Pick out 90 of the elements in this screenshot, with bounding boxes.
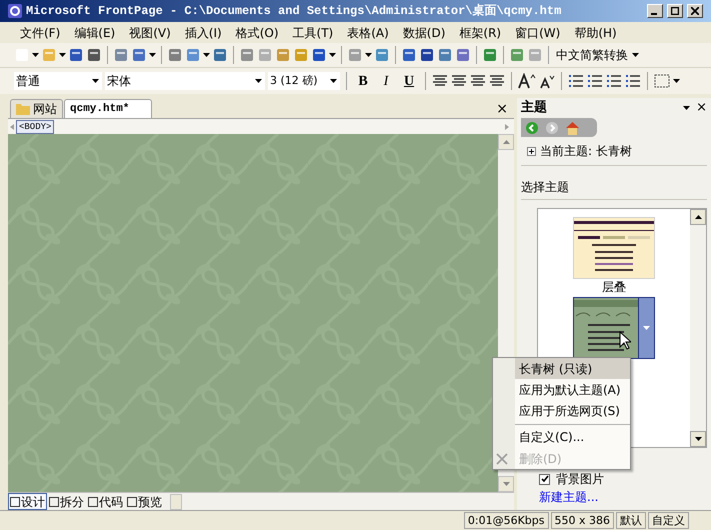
current-theme-label: 当前主题: 长青树 <box>540 143 632 160</box>
minimize-button[interactable] <box>647 4 663 18</box>
menu-item[interactable]: 自定义(C)... <box>515 424 630 448</box>
outdent-icon[interactable] <box>606 74 622 88</box>
menu-item[interactable]: 帮助(H) <box>568 24 623 42</box>
maximize-icon <box>671 7 679 15</box>
status-field: 自定义 <box>648 512 689 529</box>
caret-icon[interactable] <box>59 53 66 57</box>
shrink-font-icon[interactable] <box>539 73 555 89</box>
font-dropdown[interactable]: 宋体 <box>105 72 265 90</box>
grow-font-icon[interactable] <box>518 73 536 89</box>
menu-item[interactable]: 数据(D) <box>396 24 452 42</box>
down-arrow-icon <box>694 437 702 441</box>
check-icon <box>540 475 548 483</box>
back-icon[interactable] <box>525 120 539 134</box>
close-document-button[interactable]: × <box>496 100 508 118</box>
close-icon <box>691 7 699 15</box>
style-dropdown[interactable]: 普通 <box>14 72 102 90</box>
close-button[interactable] <box>687 4 703 18</box>
close-panel-button[interactable]: × <box>696 101 707 115</box>
document-tab[interactable]: 网站 <box>10 99 63 118</box>
italic-button[interactable]: I <box>376 70 396 92</box>
numbered-list-icon[interactable] <box>568 74 584 88</box>
status-field: 0:01@56Kbps <box>464 512 548 529</box>
menu-item[interactable]: 文件(F) <box>14 24 66 42</box>
new-theme-link[interactable]: 新建主题... <box>539 488 707 506</box>
menu-item[interactable]: 视图(V) <box>123 24 177 42</box>
caret-icon[interactable] <box>329 53 336 57</box>
view-tab[interactable]: 代码 <box>86 493 125 510</box>
view-icon <box>49 496 59 506</box>
border-icon[interactable] <box>654 74 670 88</box>
align-left-icon[interactable] <box>432 74 448 88</box>
view-tab[interactable]: 拆分 <box>47 493 86 510</box>
justify-icon[interactable] <box>489 74 505 88</box>
caret-icon <box>92 79 99 83</box>
caret-icon[interactable] <box>673 79 680 83</box>
list-scrollbar[interactable] <box>690 209 706 447</box>
indent-icon[interactable] <box>625 74 641 88</box>
caret-icon <box>643 326 650 330</box>
align-right-icon[interactable] <box>470 74 486 88</box>
view-icon <box>88 496 98 506</box>
align-center-icon[interactable] <box>451 74 467 88</box>
menu-item[interactable]: 格式(O) <box>230 24 285 42</box>
checkbox-label: 背景图片 <box>556 471 604 488</box>
theme-dropdown-button[interactable] <box>638 298 654 358</box>
checkbox[interactable] <box>539 474 550 484</box>
view-icon <box>127 496 137 506</box>
status-field: 默认 <box>616 512 646 529</box>
mouse-cursor-icon <box>619 331 631 350</box>
caret-icon[interactable] <box>203 53 210 57</box>
delete-icon <box>495 452 509 466</box>
convert-dropdown[interactable]: 中文简繁转换 <box>554 46 641 64</box>
bold-button[interactable]: B <box>353 70 373 92</box>
view-tab[interactable]: 预览 <box>125 493 164 510</box>
status-field: 550 x 386 <box>550 512 614 529</box>
section-heading: 选择主题 <box>521 178 707 200</box>
view-tab[interactable]: 设计 <box>8 493 47 510</box>
menu-item[interactable]: 长青树 (只读) <box>515 358 630 379</box>
caret-icon[interactable] <box>149 53 156 57</box>
caret-icon <box>632 53 639 57</box>
caret-icon <box>330 79 337 83</box>
view-icon <box>10 496 20 506</box>
up-arrow-icon <box>502 140 510 144</box>
expand-toggle[interactable] <box>527 146 536 156</box>
caret-icon <box>255 79 262 83</box>
maximize-button[interactable] <box>667 4 683 18</box>
menu-item[interactable]: 应用于所选网页(S) <box>515 400 630 421</box>
body-tag-button[interactable]: <BODY> <box>16 120 54 134</box>
menu-item[interactable]: 插入(I) <box>178 24 228 42</box>
panel-title: 主题 <box>521 98 547 118</box>
window-title: Microsoft FrontPage - C:\Documents and Settings\Administrator\桌面\qcmy.htm <box>26 2 562 20</box>
menu-item[interactable]: 应用为默认主题(A) <box>515 379 630 400</box>
caret-icon[interactable] <box>365 53 372 57</box>
bullet-list-icon[interactable] <box>587 74 603 88</box>
caret-icon[interactable] <box>683 106 690 110</box>
menu-item[interactable]: 表格(A) <box>341 24 395 42</box>
caret-icon[interactable] <box>32 53 39 57</box>
document-tab[interactable]: qcmy.htm* <box>64 99 152 118</box>
home-icon[interactable] <box>565 120 580 134</box>
menu-item[interactable]: 框架(R) <box>453 24 508 42</box>
up-arrow-icon <box>694 215 702 219</box>
down-arrow-icon <box>502 482 510 486</box>
menu-item[interactable]: 编辑(E) <box>68 24 122 42</box>
size-dropdown[interactable]: 3 (12 磅) <box>268 72 340 90</box>
underline-button[interactable]: U <box>399 70 419 92</box>
folder-icon <box>16 103 30 115</box>
menu-item[interactable]: 工具(T) <box>286 24 340 42</box>
app-icon <box>8 4 22 18</box>
plus-icon <box>529 148 534 154</box>
menu-item[interactable]: 窗口(W) <box>509 24 566 42</box>
